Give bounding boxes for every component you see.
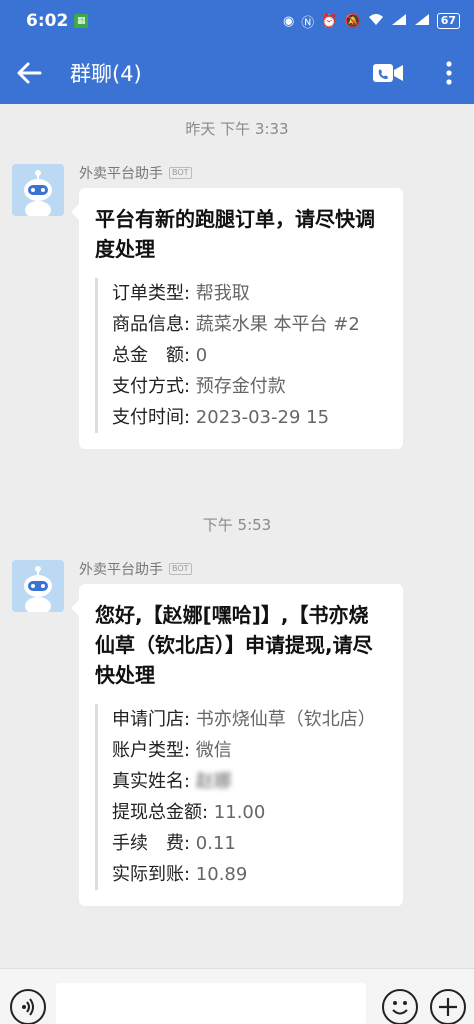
more-options-button[interactable] — [434, 53, 464, 93]
field-withdraw-total: 提现总金额: 11.00 — [112, 797, 387, 828]
sender-label: 外卖平台助手 — [79, 166, 163, 182]
message-fields: 订单类型: 帮我取 商品信息: 蔬菜水果 本平台 #2 总金 额: 0 支付方式… — [95, 278, 387, 433]
nfc-icon: Ⓝ — [301, 15, 315, 31]
robot-icon — [12, 560, 64, 612]
more-vertical-icon — [446, 61, 452, 85]
field-label: 申请门店: — [112, 709, 196, 730]
emoji-icon — [392, 1001, 408, 1015]
status-icons: ◉ Ⓝ ⏰ 🔕 67 — [283, 12, 460, 31]
bot-badge: BOT — [169, 167, 192, 179]
sender-name: 外卖平台助手 BOT — [79, 559, 192, 579]
field-value: 0.11 — [195, 833, 236, 854]
message-headline: 您好,【赵娜[嘿哈]】,【书亦烧仙草（钦北店）】申请提现,请尽快处理 — [95, 603, 373, 687]
message-input[interactable] — [56, 983, 366, 1024]
back-button[interactable] — [0, 42, 58, 104]
mute-icon: 🔕 — [344, 13, 361, 29]
arrow-left-icon — [17, 62, 42, 84]
emoji-button[interactable] — [382, 989, 418, 1024]
field-fee: 手续 费: 0.11 — [112, 828, 387, 859]
field-label: 订单类型: — [112, 283, 196, 304]
field-label: 总金 额: — [112, 345, 196, 366]
field-actual-received: 实际到账: 10.89 — [112, 859, 387, 890]
message-bubble[interactable]: 您好,【赵娜[嘿哈]】,【书亦烧仙草（钦北店）】申请提现,请尽快处理 申请门店:… — [71, 584, 403, 906]
field-goods-info: 商品信息: 蔬菜水果 本平台 #2 — [112, 309, 387, 340]
field-value: 11.00 — [213, 802, 266, 823]
field-value: 帮我取 — [195, 283, 250, 304]
sender-label: 外卖平台助手 — [79, 562, 163, 578]
status-bar: 6:02 ▦ ◉ Ⓝ ⏰ 🔕 67 — [0, 0, 474, 42]
field-label: 商品信息: — [112, 314, 196, 335]
message-headline: 平台有新的跑腿订单，请尽快调度处理 — [95, 207, 375, 261]
plus-icon — [439, 998, 457, 1016]
field-order-type: 订单类型: 帮我取 — [112, 278, 387, 309]
field-value: 书亦烧仙草（钦北店） — [195, 709, 376, 730]
bot-avatar[interactable] — [12, 164, 64, 216]
bot-badge: BOT — [169, 563, 192, 575]
message-timestamp: 下午 5:53 — [202, 516, 272, 534]
field-payment-time: 支付时间: 2023-03-29 15 — [112, 402, 387, 433]
signal-icon-2 — [414, 13, 430, 30]
field-value: 微信 — [195, 740, 232, 761]
robot-icon — [12, 164, 64, 216]
field-value: 预存金付款 — [195, 376, 286, 397]
field-label: 手续 费: — [112, 833, 196, 854]
sender-name: 外卖平台助手 BOT — [79, 163, 192, 183]
status-time: 6:02 — [26, 11, 69, 31]
field-account-type: 账户类型: 微信 — [112, 735, 387, 766]
more-functions-button[interactable] — [430, 989, 466, 1024]
field-store: 申请门店: 书亦烧仙草（钦北店） — [112, 704, 387, 735]
wifi-icon — [368, 13, 384, 30]
field-label: 账户类型: — [112, 740, 196, 761]
notification-app-icon: ▦ — [74, 14, 89, 28]
field-total-amount: 总金 额: 0 — [112, 340, 387, 371]
chat-header: 群聊(4) — [0, 42, 474, 104]
input-bar — [0, 968, 474, 1024]
field-value: 赵娜 — [195, 771, 232, 792]
alarm-icon: ⏰ — [321, 13, 338, 29]
bot-avatar[interactable] — [12, 560, 64, 612]
eye-icon: ◉ — [282, 13, 295, 29]
field-value: 0 — [195, 345, 208, 366]
video-call-icon — [373, 64, 403, 82]
field-label: 提现总金额: — [112, 802, 214, 823]
voice-icon — [22, 998, 34, 1016]
field-label: 支付时间: — [112, 407, 196, 428]
video-call-button[interactable] — [368, 53, 408, 93]
battery-indicator: 67 — [436, 13, 460, 29]
field-label: 实际到账: — [112, 864, 196, 885]
field-label: 真实姓名: — [112, 771, 196, 792]
field-label: 支付方式: — [112, 376, 196, 397]
message-bubble[interactable]: 平台有新的跑腿订单，请尽快调度处理 订单类型: 帮我取 商品信息: 蔬菜水果 本… — [71, 188, 403, 449]
voice-input-button[interactable] — [10, 989, 46, 1024]
field-value: 2023-03-29 15 — [195, 407, 330, 428]
field-real-name: 真实姓名: 赵娜 — [112, 766, 387, 797]
field-value: 蔬菜水果 本平台 #2 — [195, 314, 360, 335]
message-fields: 申请门店: 书亦烧仙草（钦北店） 账户类型: 微信 真实姓名: 赵娜 提现总金额… — [95, 704, 387, 890]
chat-title: 群聊(4) — [70, 62, 142, 86]
signal-icon-1 — [391, 13, 407, 30]
field-value: 10.89 — [195, 864, 248, 885]
field-payment-method: 支付方式: 预存金付款 — [112, 371, 387, 402]
message-timestamp: 昨天 下午 3:33 — [185, 120, 289, 138]
